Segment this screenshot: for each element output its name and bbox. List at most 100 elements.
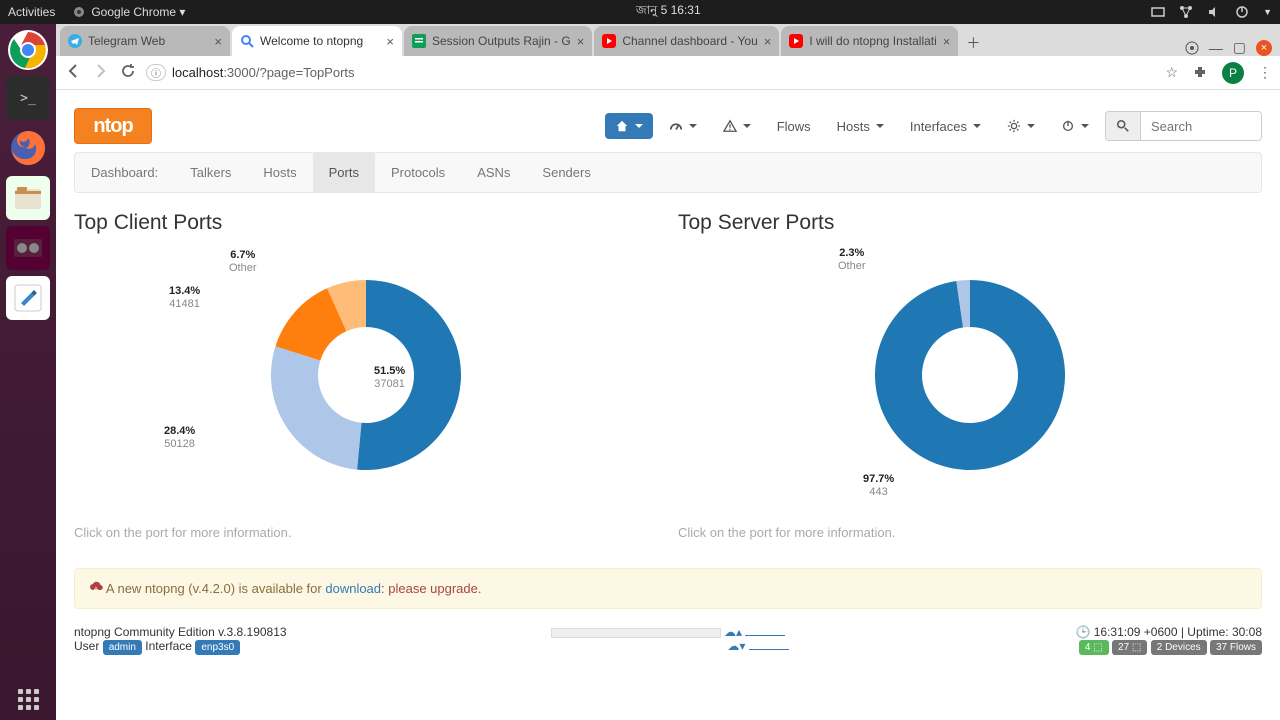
address-bar: ⓘ localhost:3000/?page=TopPorts ☆ P ⋮ [56,56,1280,90]
home-button[interactable] [605,113,653,139]
youtube-icon [602,34,616,48]
settings-dropdown[interactable] [997,113,1045,139]
shield-icon[interactable] [1185,41,1199,55]
minimize-button[interactable]: — [1209,40,1223,56]
client-ports-title: Top Client Ports [74,211,658,235]
chrome-icon [73,6,85,18]
slice-label: 51.5%37081 [374,365,405,391]
uptime-label: 16:31:09 +0600 | Uptime: 30:08 [1094,625,1262,639]
maximize-button[interactable]: ▢ [1233,39,1246,56]
tab-bar: Telegram Web × Welcome to ntopng × Sessi… [56,24,1280,56]
tab-sheets[interactable]: Session Outputs Rajin - G × [404,26,592,56]
search-input[interactable] [1141,112,1261,140]
tab-telegram[interactable]: Telegram Web × [60,26,230,56]
client-ports-chart[interactable]: 51.5%37081 28.4%50128 13.4%41481 6.7%Other [74,245,658,515]
dock-terminal[interactable]: >_ [6,76,50,120]
home-icon [615,119,629,133]
logout-dropdown[interactable] [1051,113,1099,139]
tab-yt2[interactable]: I will do ntopng Installati × [781,26,958,56]
dock-chrome[interactable] [8,30,48,70]
interfaces-dropdown[interactable]: Interfaces [900,113,991,140]
power-icon [1061,119,1075,133]
subnav-protocols[interactable]: Protocols [375,153,461,192]
sub-nav: Dashboard:TalkersHostsPortsProtocolsASNs… [74,152,1262,193]
activities-button[interactable]: Activities [8,5,55,19]
slice-label: 97.7%443 [863,473,894,499]
gauge-icon [669,119,683,133]
site-info-icon[interactable]: ⓘ [146,64,166,81]
bookmark-icon[interactable]: ☆ [1165,64,1178,81]
close-window-button[interactable]: × [1256,40,1272,56]
ntopng-topnav: ntop Flows Hosts [74,108,1262,144]
dashboard-dropdown[interactable] [659,113,707,139]
slice-label: 2.3%Other [838,247,866,273]
gear-icon [1007,119,1021,133]
omnibox[interactable]: ⓘ localhost:3000/?page=TopPorts [146,64,1155,81]
close-icon[interactable]: × [214,34,222,49]
search-group [1105,111,1262,141]
interface-badge[interactable]: enp3s0 [195,640,240,655]
close-icon[interactable]: × [577,34,585,49]
macs-badge[interactable]: 27 ⬚ [1112,640,1147,655]
dock-show-apps[interactable] [18,689,39,710]
hosts-badge[interactable]: 4 ⬚ [1079,640,1109,655]
cloud-down-icon: ☁▾ [727,639,788,653]
flows-link[interactable]: Flows [767,113,821,140]
devices-badge[interactable]: 2 Devices [1151,640,1207,655]
app-menu[interactable]: Google Chrome ▾ [73,5,185,19]
flows-badge[interactable]: 37 Flows [1210,640,1262,655]
slice-label: 28.4%50128 [164,425,195,451]
dock-editor[interactable] [6,276,50,320]
slice-label: 13.4%41481 [169,285,200,311]
chevron-down-icon[interactable]: ▼ [1263,7,1272,17]
search-icon [1116,119,1130,133]
page-footer: ntopng Community Edition v.3.8.190813 Us… [74,625,1262,655]
close-icon[interactable]: × [943,34,951,49]
forward-button[interactable] [92,62,110,83]
screencast-icon[interactable] [1151,5,1165,19]
telegram-icon [68,34,82,48]
slice-label: 6.7%Other [229,249,257,275]
server-ports-chart[interactable]: 97.7%443 2.3%Other [678,245,1262,515]
alerts-dropdown[interactable] [713,113,761,139]
subnav-talkers[interactable]: Talkers [174,153,247,192]
subnav-dashboard[interactable]: Dashboard: [75,153,174,192]
magnifier-icon [240,34,254,48]
new-tab-button[interactable]: ＋ [960,30,986,56]
close-icon[interactable]: × [764,34,772,49]
subnav-senders[interactable]: Senders [526,153,606,192]
menu-icon[interactable]: ⋮ [1258,64,1272,81]
back-button[interactable] [64,62,82,83]
ubuntu-dock: >_ [0,24,56,720]
extensions-icon[interactable] [1192,65,1208,81]
dock-recorder[interactable] [6,226,50,270]
subnav-asns[interactable]: ASNs [461,153,526,192]
close-icon[interactable]: × [386,34,394,49]
user-badge[interactable]: admin [103,640,142,655]
ntop-logo[interactable]: ntop [74,108,152,144]
cloud-up-icon: ☁▴ [724,625,785,639]
tab-yt1[interactable]: Channel dashboard - You × [594,26,779,56]
volume-icon[interactable] [1207,5,1221,19]
cloud-download-icon [89,581,103,595]
subnav-ports[interactable]: Ports [313,153,375,192]
dock-firefox[interactable] [6,126,50,170]
dock-files[interactable] [6,176,50,220]
chrome-window: Telegram Web × Welcome to ntopng × Sessi… [56,24,1280,720]
chart-hint: Click on the port for more information. [74,525,658,540]
subnav-hosts[interactable]: Hosts [247,153,312,192]
tab-ntopng[interactable]: Welcome to ntopng × [232,26,402,56]
download-link[interactable]: download [325,581,381,596]
network-icon[interactable] [1179,5,1193,19]
server-ports-title: Top Server Ports [678,211,1262,235]
os-clock: জানু 5 16:31 [185,2,1151,22]
profile-avatar[interactable]: P [1222,62,1244,84]
hosts-dropdown[interactable]: Hosts [827,113,894,140]
traffic-bar [551,628,721,638]
power-icon[interactable] [1235,5,1249,19]
search-button[interactable] [1106,112,1141,140]
reload-button[interactable] [120,63,136,82]
edition-label: ntopng Community Edition v.3.8.190813 [74,625,470,639]
clock-icon: 🕒 [1075,625,1090,639]
upgrade-alert: A new ntopng (v.4.2.0) is available for … [74,568,1262,609]
